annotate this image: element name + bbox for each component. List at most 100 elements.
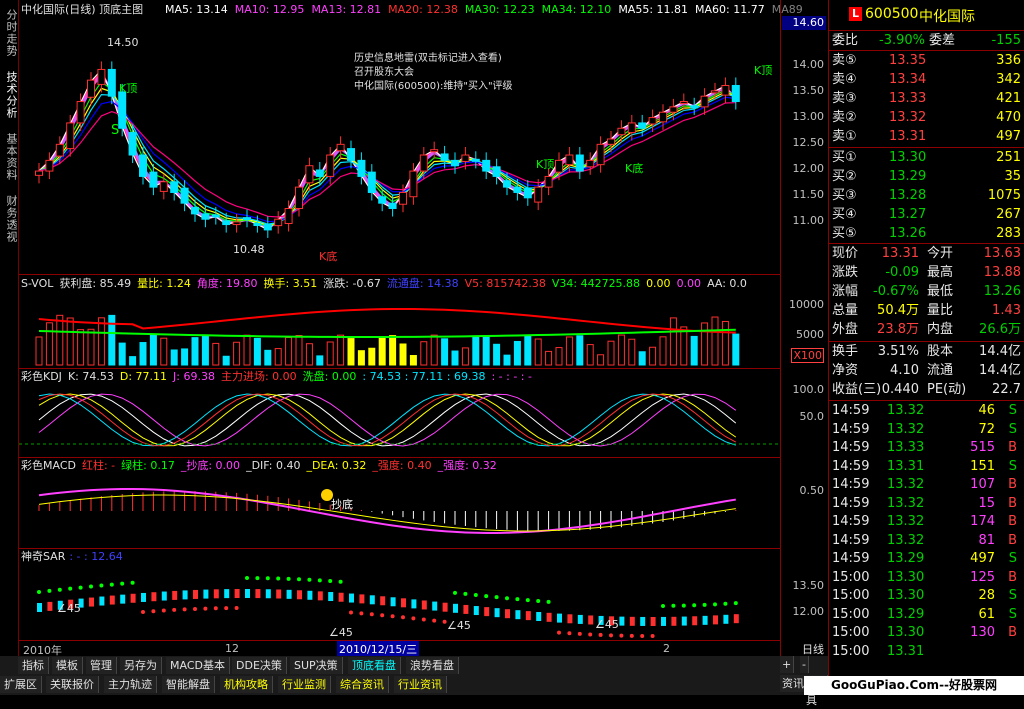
tick-time: 15:00 [832, 588, 870, 603]
sar-dot [380, 613, 385, 618]
tab-fundamentals[interactable]: 基本资料 [1, 128, 18, 186]
axis-label: 0.50 [799, 484, 825, 497]
macd-chart[interactable]: 抄底 [19, 473, 780, 547]
tab-timeshare[interactable]: 分时走势 [1, 4, 18, 62]
sar-legend-item: : - : 12.64 [69, 550, 123, 563]
sar-candle [733, 614, 739, 624]
bid-label: 买② [832, 169, 857, 184]
angle-label: ∠45 [329, 626, 353, 639]
ma-legend-item: MA60: 11.77 [695, 3, 765, 16]
quote-row: 卖④ 13.34 342 [829, 70, 1024, 89]
candle-body [139, 154, 147, 177]
kdj-chart[interactable] [19, 384, 780, 456]
sar-chart[interactable]: ∠45 ∠45 ∠45 ∠45 [19, 564, 780, 640]
sar-candle [536, 612, 542, 622]
vol-legend-item: 0.00 [646, 277, 671, 290]
info-mine-popup[interactable]: 历史信息地雷(双击标记进入查看) 召开股东大会 中化国际(600500):维持"… [354, 52, 554, 98]
sar-dot [369, 612, 374, 617]
quote-row: 14:59 13.32 107 B [829, 475, 1024, 494]
ma-legend-item: MA13: 12.81 [311, 3, 382, 16]
sar-dot [317, 578, 322, 583]
tick-time: 14:59 [832, 551, 870, 566]
bottom-tab[interactable]: 综合资讯 [336, 676, 389, 693]
sar-dot [78, 585, 83, 590]
sar-candle [255, 589, 261, 599]
stat-value: 50.4万 [877, 303, 919, 318]
bottom-tab[interactable]: 智能解盘 [162, 676, 215, 693]
toolbar-button[interactable]: 资讯 [780, 675, 807, 692]
candle-body [211, 214, 220, 218]
axis-label: 10000 [789, 298, 824, 311]
sar-dot [546, 599, 551, 604]
bottom-tab[interactable]: DDE决策 [232, 657, 287, 674]
stat-value: 13.88 [983, 265, 1021, 280]
stat-label: 现价 [832, 246, 859, 261]
sar-candle [681, 616, 687, 626]
kdj-legend-item: : - : - : - [491, 370, 532, 383]
toolbar-button[interactable]: + [780, 656, 795, 673]
candle-body [513, 186, 522, 193]
quote-row: 15:00 13.30 130 B [829, 623, 1024, 642]
volume-bar [316, 355, 324, 366]
candle-body [159, 181, 168, 192]
bottom-tab[interactable]: 浪势看盘 [406, 657, 459, 674]
time-axis: 2010年 12 2010/12/15/三 2 [19, 640, 780, 657]
sar-candle [286, 589, 292, 599]
bottom-tab[interactable]: 行业资讯 [394, 676, 447, 693]
tick-volume: 107 [970, 477, 995, 492]
bottom-tab[interactable]: 关联报价 [46, 676, 99, 693]
bottom-tab[interactable]: 顶底看盘 [348, 657, 401, 674]
candle-body [107, 68, 116, 97]
tick-time: 14:59 [832, 532, 870, 548]
ask-volume: 342 [996, 72, 1021, 87]
bottom-tab[interactable]: SUP决策 [290, 657, 343, 674]
sar-dot [297, 577, 301, 582]
bottom-tab[interactable]: MACD基本 [166, 657, 230, 674]
bottom-tab[interactable]: 行业监测 [278, 676, 331, 693]
tab-financials[interactable]: 财务透视 [1, 190, 18, 248]
bottom-tab[interactable]: 另存为 [120, 657, 162, 674]
sar-dot [713, 602, 717, 607]
volume-bar [545, 350, 553, 366]
bottom-tab[interactable]: 主力轨迹 [104, 676, 157, 693]
vol-scale-label: X100 [791, 348, 824, 363]
tick-price: 13.30 [887, 569, 925, 585]
sar-candle [588, 615, 594, 625]
bottom-tab[interactable]: 扩展区 [0, 676, 42, 693]
kdj-panel-title: 彩色KDJ K: 74.53 D: 77.11 J: 69.38 主力进场: 0.00 洗… [21, 370, 538, 384]
axis-label: 12.00 [792, 605, 825, 618]
bottom-tab[interactable]: 模板 [52, 657, 83, 674]
tick-price: 13.30 [887, 588, 925, 603]
bottom-tab[interactable]: 指标 [18, 657, 49, 674]
stock-header: L 600500 中化国际 [829, 0, 1024, 30]
volume-chart[interactable] [19, 291, 780, 367]
candle-body [305, 165, 314, 184]
bid-volume: 251 [996, 150, 1021, 165]
kdj-legend-item: K: 74.53 [67, 370, 114, 383]
sar-candle [130, 593, 136, 603]
candle-body [534, 186, 543, 203]
volume-bar [160, 337, 168, 366]
bottom-tab[interactable]: 管理 [86, 657, 117, 674]
macd-legend-item: _强度: 0.32 [437, 459, 497, 472]
tick-time: 15:00 [832, 625, 870, 640]
ma-legend-item: MA20: 12.38 [388, 3, 458, 16]
sar-dot [588, 632, 593, 637]
ma-legend-item: MA10: 12.95 [234, 3, 305, 16]
vol-legend-item: V5: 815742.38 [464, 277, 546, 290]
stat-label: 最高 [927, 265, 954, 280]
volume-bar [233, 341, 241, 366]
bottom-tab[interactable]: 机构攻略 [220, 676, 273, 693]
candle-body [711, 90, 719, 94]
tick-volume: 46 [978, 403, 995, 418]
chart-area[interactable]: 中化国际(日线) 顶底主图 MA5: 13.14 MA10: 12.95 MA13:… [19, 0, 803, 657]
sar-dot [453, 590, 457, 595]
volume-bar [285, 336, 293, 366]
toolbar-button[interactable]: - [800, 656, 809, 673]
tick-list[interactable]: 14:59 13.32 46 S 14:59 13.32 72 S 14:59 13.33 515 B… [829, 401, 1024, 671]
info-line-2: 召开股东大会 [354, 67, 414, 78]
period-label[interactable]: 日线 [802, 641, 824, 657]
sar-dot [307, 577, 312, 582]
tick-side: B [1008, 532, 1017, 548]
tab-technical[interactable]: 技术分析 [1, 66, 18, 124]
